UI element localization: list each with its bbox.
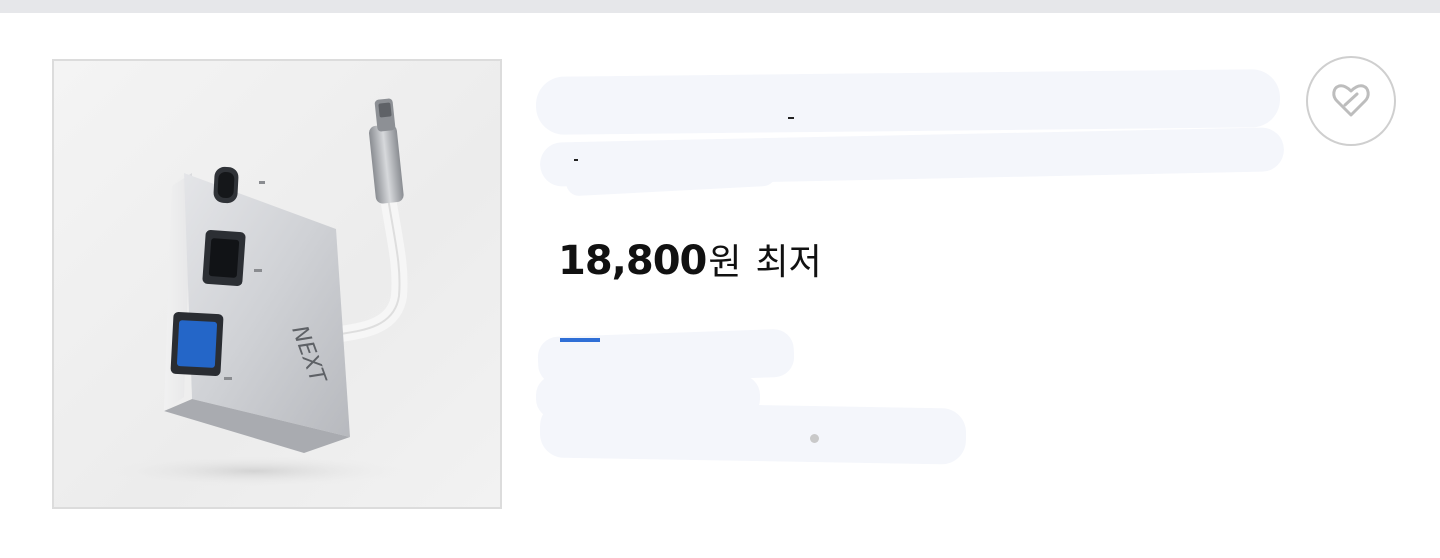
top-divider-strip: [0, 0, 1440, 13]
product-title-redacted[interactable]: [535, 65, 1285, 207]
price-amount: 18,800: [558, 238, 707, 284]
title-glyph-fragment: [788, 117, 794, 119]
heart-icon: [1332, 84, 1370, 117]
lowest-price-label: 최저: [755, 242, 822, 283]
price-row: 18,800 원 최저: [558, 233, 822, 293]
usb-c-adapter-image: NEXT: [104, 98, 408, 487]
accent-fragment: [560, 338, 600, 342]
title-glyph-fragment: [574, 159, 578, 161]
redacted-detail-line-3: [539, 401, 967, 465]
price-unit: 원: [708, 242, 742, 283]
separator-dot: [810, 434, 819, 443]
product-card[interactable]: NEXT 18,800 원 최저: [0, 13, 1440, 558]
product-details-redacted: [536, 328, 976, 473]
redacted-title-line-1: [535, 69, 1281, 135]
wishlist-button[interactable]: [1306, 56, 1396, 146]
product-thumbnail[interactable]: NEXT: [52, 59, 502, 509]
